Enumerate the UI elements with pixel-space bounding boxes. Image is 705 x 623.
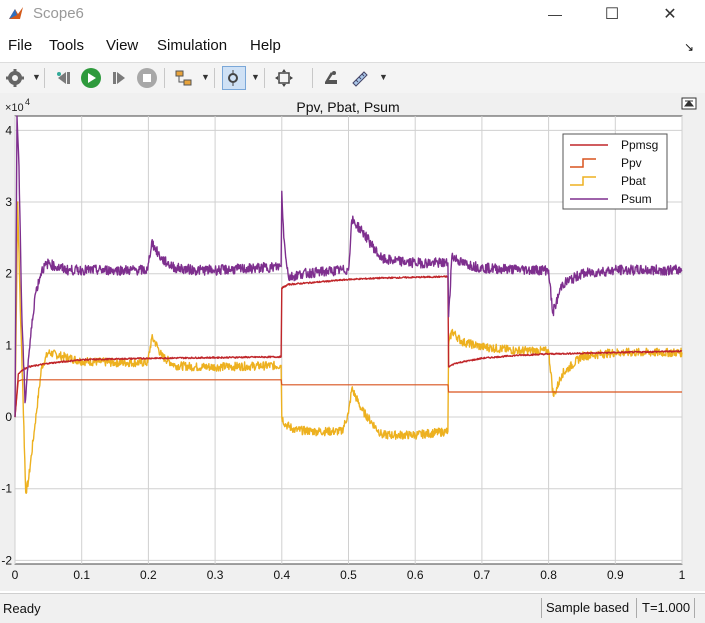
- scope-figure: 0 0.1 0.2 0.3 0.4 0.5 0.6 0.7 0.8 0.9 1 -2 -1 0 1 2 3 4 …: [0, 93, 705, 591]
- signal-select-icon: [175, 70, 192, 86]
- y-tick-label: 3: [5, 195, 12, 209]
- run-button[interactable]: [79, 66, 103, 90]
- toolbar-separator: [214, 68, 215, 88]
- minimize-button[interactable]: —: [530, 0, 580, 28]
- x-tick-label: 0.9: [607, 568, 624, 582]
- y-exponent-base: ×10: [5, 102, 24, 114]
- x-tick-label: 0.8: [540, 568, 557, 582]
- y-tick-label: 2: [5, 267, 12, 281]
- settings-dropdown-icon[interactable]: ▼: [32, 72, 41, 82]
- signal-select-button[interactable]: [172, 66, 196, 90]
- x-tick-label: 0.1: [73, 568, 90, 582]
- x-tick-labels: 0 0.1 0.2 0.3 0.4 0.5 0.6 0.7 0.8 0.9 1: [12, 568, 686, 582]
- legend-label: Ppmsg: [621, 138, 658, 152]
- y-exponent-power: 4: [25, 97, 30, 107]
- y-tick-label: 4: [5, 123, 12, 137]
- chart-title: Ppv, Pbat, Psum: [296, 99, 399, 115]
- x-tick-label: 0: [12, 568, 19, 582]
- x-tick-label: 0.2: [140, 568, 157, 582]
- x-tick-label: 0.3: [207, 568, 224, 582]
- toolbar: ▼ ▼ ▼ ▼: [0, 62, 705, 94]
- stop-button[interactable]: [135, 66, 159, 90]
- matlab-logo-icon: [7, 5, 25, 23]
- y-tick-label: 1: [5, 338, 12, 352]
- sample-mode-indicator: Sample based: [541, 598, 637, 618]
- legend-label: Psum: [621, 192, 652, 206]
- run-icon: [81, 68, 101, 88]
- menu-tools[interactable]: Tools: [49, 37, 84, 54]
- signal-dropdown-icon[interactable]: ▼: [201, 72, 210, 82]
- menu-help[interactable]: Help: [250, 37, 281, 54]
- maximize-icon: ☐: [604, 6, 620, 23]
- menu-view[interactable]: View: [106, 37, 138, 54]
- x-tick-label: 1: [679, 568, 686, 582]
- zoom-icon: [228, 70, 238, 86]
- legend-label: Ppv: [621, 156, 642, 170]
- menu-bar: File Tools View Simulation Help ↘: [0, 34, 705, 58]
- fit-view-button[interactable]: [272, 66, 296, 90]
- legend-label: Pbat: [621, 174, 646, 188]
- highlight-block-button[interactable]: [320, 66, 344, 90]
- window-title: Scope6: [33, 5, 84, 22]
- legend[interactable]: Ppmsg Ppv Pbat Psum: [562, 133, 668, 210]
- measurement-icon: [352, 71, 368, 87]
- toolbar-separator: [44, 68, 45, 88]
- measurement-button[interactable]: [348, 66, 372, 90]
- highlight-block-icon: [325, 71, 337, 84]
- zoom-dropdown-icon[interactable]: ▼: [251, 72, 260, 82]
- zoom-button[interactable]: [222, 66, 246, 90]
- time-indicator: T=1.000: [638, 598, 695, 618]
- undock-icon[interactable]: ↘: [684, 40, 694, 54]
- menu-file[interactable]: File: [8, 37, 32, 54]
- status-text: Ready: [3, 601, 41, 616]
- maximize-button[interactable]: ☐: [587, 0, 637, 28]
- x-tick-label: 0.6: [407, 568, 424, 582]
- toolbar-separator: [264, 68, 265, 88]
- step-forward-button[interactable]: [107, 66, 131, 90]
- title-bar: Scope6 — ☐ ✕: [0, 0, 705, 28]
- step-back-icon: [57, 72, 70, 84]
- close-button[interactable]: ✕: [645, 0, 695, 28]
- x-tick-label: 0.4: [273, 568, 290, 582]
- status-bar: Ready Sample based T=1.000: [0, 593, 705, 623]
- settings-button[interactable]: [3, 66, 27, 90]
- stop-icon: [137, 68, 157, 88]
- expand-axes-button[interactable]: [681, 97, 697, 110]
- toolbar-separator: [164, 68, 165, 88]
- scope-plot: 0 0.1 0.2 0.3 0.4 0.5 0.6 0.7 0.8 0.9 1 -2-101234 …: [1, 97, 697, 582]
- x-tick-label: 0.7: [474, 568, 491, 582]
- close-icon: ✕: [663, 6, 677, 23]
- menu-simulation[interactable]: Simulation: [157, 37, 227, 54]
- y-tick-label: -2: [1, 553, 12, 567]
- fit-view-icon: [275, 69, 293, 87]
- y-tick-label: 0: [5, 410, 12, 424]
- toolbar-separator: [312, 68, 313, 88]
- step-forward-icon: [113, 72, 125, 84]
- step-back-button[interactable]: [52, 66, 76, 90]
- y-tick-labels: -2 -1 0 1 2 3 4: [1, 123, 12, 567]
- x-tick-label: 0.5: [340, 568, 357, 582]
- settings-icon: [6, 69, 24, 87]
- minimize-icon: —: [548, 6, 562, 22]
- measurement-dropdown-icon[interactable]: ▼: [379, 72, 388, 82]
- y-tick-label: -1: [1, 482, 12, 496]
